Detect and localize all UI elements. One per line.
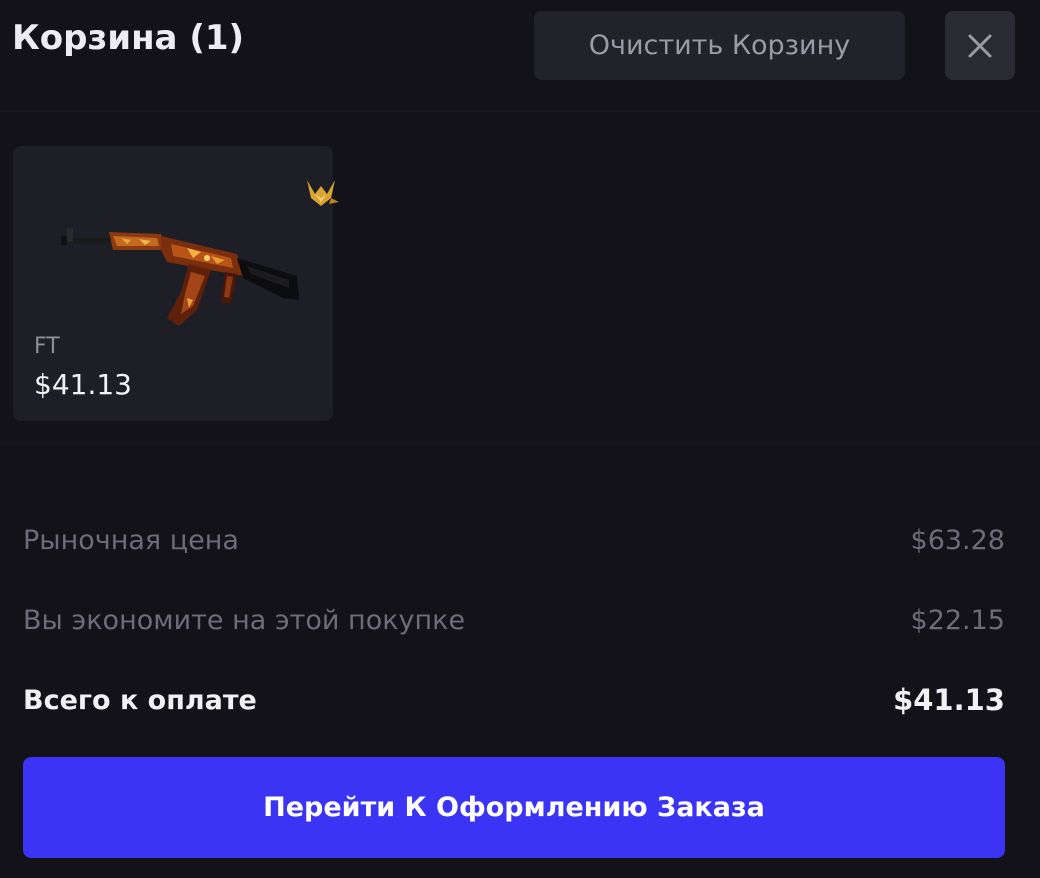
rank-wings-icon	[307, 180, 339, 206]
market-price-value: $63.28	[910, 524, 1005, 556]
savings-label: Вы экономите на этой покупке	[23, 604, 466, 636]
cart-items-list: FT $41.13	[0, 112, 1040, 444]
close-button[interactable]	[945, 11, 1015, 80]
checkout-button[interactable]: Перейти К Оформлению Заказа	[23, 757, 1005, 858]
market-price-row: Рыночная цена $63.28	[23, 520, 1005, 560]
item-price: $41.13	[34, 368, 132, 401]
rifle-skin-image	[61, 228, 299, 326]
cart-panel: Корзина (1) Очистить Корзину FT $41.13 Р…	[0, 0, 1040, 878]
cart-header: Корзина (1) Очистить Корзину	[0, 0, 1040, 112]
total-label: Всего к оплате	[23, 684, 257, 716]
total-value: $41.13	[893, 683, 1005, 717]
close-icon	[968, 34, 992, 57]
savings-row: Вы экономите на этой покупке $22.15	[23, 600, 1005, 640]
market-price-label: Рыночная цена	[23, 524, 239, 556]
cart-title: Корзина (1)	[12, 18, 245, 58]
cart-item-card[interactable]: FT $41.13	[13, 146, 339, 421]
total-row: Всего к оплате $41.13	[23, 680, 1005, 720]
clear-cart-button[interactable]: Очистить Корзину	[534, 11, 905, 80]
savings-value: $22.15	[910, 604, 1005, 636]
item-wear: FT	[34, 334, 60, 359]
